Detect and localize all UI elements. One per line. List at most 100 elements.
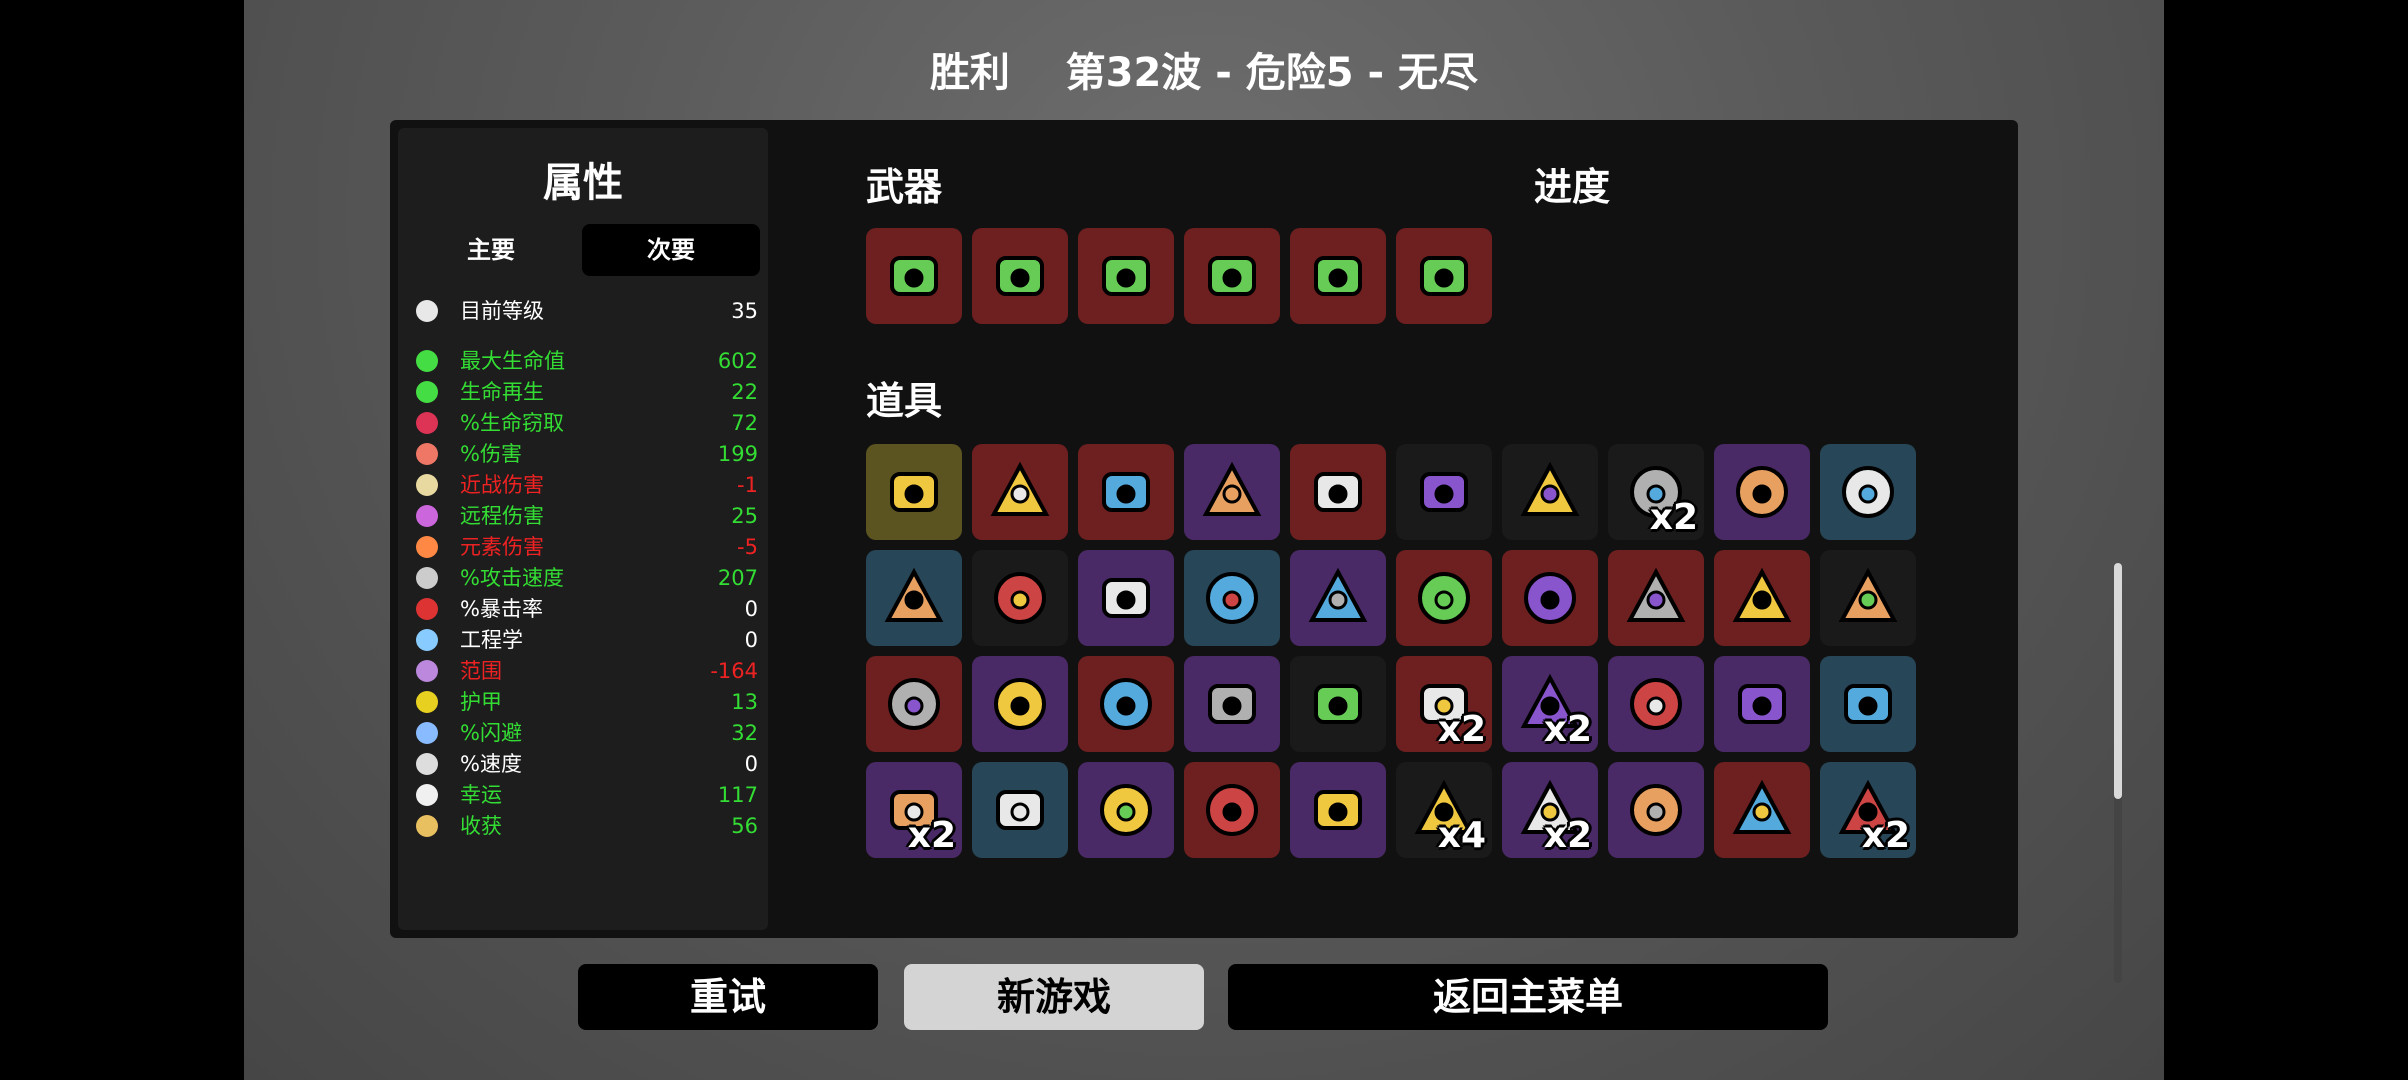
item-slot[interactable]: [1502, 550, 1598, 646]
stat-value: 199: [717, 442, 758, 466]
tentacle-icon: [1206, 572, 1258, 624]
progress-title: 进度: [1534, 165, 1611, 209]
map-icon: [994, 572, 1046, 624]
item-slot[interactable]: [972, 550, 1068, 646]
weapon-slot[interactable]: [1396, 228, 1492, 324]
item-slot[interactable]: [1078, 762, 1174, 858]
item-slot[interactable]: x4: [1396, 762, 1492, 858]
item-slot[interactable]: [1714, 762, 1810, 858]
retry-button[interactable]: 重试: [578, 964, 878, 1030]
stat-row[interactable]: 远程伤害 25: [416, 501, 758, 531]
jacket-icon: [1314, 472, 1362, 512]
item-slot[interactable]: x2: [1502, 656, 1598, 752]
items-scrollbar[interactable]: [2114, 563, 2122, 983]
item-slot[interactable]: [972, 762, 1068, 858]
stat-row[interactable]: %伤害 199: [416, 439, 758, 469]
stat-row[interactable]: 幸运 117: [416, 780, 758, 810]
knight-helmet-icon: [1314, 790, 1362, 830]
item-slot[interactable]: x2: [1608, 444, 1704, 540]
item-slot[interactable]: x2: [1820, 762, 1916, 858]
item-slot[interactable]: [1396, 550, 1492, 646]
stat-label: %生命窃取: [460, 411, 564, 435]
spear-icon: [1418, 572, 1470, 624]
item-slot[interactable]: [1290, 444, 1386, 540]
level-icon: [416, 300, 438, 322]
item-slot[interactable]: [1608, 550, 1704, 646]
stat-value: 13: [731, 690, 758, 714]
item-slot[interactable]: x2: [866, 762, 962, 858]
item-slot[interactable]: [1078, 550, 1174, 646]
item-quantity: x2: [1649, 497, 1698, 538]
item-slot[interactable]: [1714, 550, 1810, 646]
item-slot[interactable]: [866, 444, 962, 540]
bowler-hat-icon: [1100, 784, 1152, 836]
stat-row[interactable]: 工程学 0: [416, 625, 758, 655]
scroll-thumb[interactable]: [2114, 563, 2122, 799]
stat-row[interactable]: 最大生命值 602: [416, 346, 758, 376]
stat-row[interactable]: %暴击率 0: [416, 594, 758, 624]
stat-row[interactable]: 近战伤害 -1: [416, 470, 758, 500]
item-slot[interactable]: [1184, 762, 1280, 858]
item-slot[interactable]: [1608, 762, 1704, 858]
item-slot[interactable]: [972, 656, 1068, 752]
stat-value: 56: [731, 814, 758, 838]
stat-row[interactable]: %闪避 32: [416, 718, 758, 748]
tab-primary[interactable]: 主要: [406, 224, 576, 276]
torn-hand-icon: [990, 461, 1050, 516]
item-slot[interactable]: [1714, 656, 1810, 752]
stat-row[interactable]: 元素伤害 -5: [416, 532, 758, 562]
item-slot[interactable]: x2: [1502, 762, 1598, 858]
shield-icon: [416, 691, 438, 713]
stat-row[interactable]: 范围 -164: [416, 656, 758, 686]
dice-icon: [416, 784, 438, 806]
stat-row[interactable]: 生命再生 22: [416, 377, 758, 407]
minigun-icon: [996, 256, 1044, 296]
item-slot[interactable]: [1184, 656, 1280, 752]
item-slot[interactable]: [1078, 444, 1174, 540]
stat-row[interactable]: 收获 56: [416, 811, 758, 841]
skulls-icon: [1102, 578, 1150, 618]
mustache-icon: [1630, 784, 1682, 836]
rifle-icon: [884, 567, 944, 622]
weapon-slot[interactable]: [1078, 228, 1174, 324]
boot-icon: [416, 753, 438, 775]
item-slot[interactable]: [1184, 550, 1280, 646]
minigun-icon: [1208, 256, 1256, 296]
item-slot[interactable]: [1502, 444, 1598, 540]
stat-row[interactable]: %速度 0: [416, 749, 758, 779]
tab-secondary[interactable]: 次要: [582, 224, 760, 276]
item-slot[interactable]: [1820, 550, 1916, 646]
stat-value: 35: [731, 299, 758, 323]
stat-label: 远程伤害: [460, 504, 544, 528]
item-slot[interactable]: [1608, 656, 1704, 752]
item-slot[interactable]: [1290, 656, 1386, 752]
weapons-title: 武器: [866, 165, 943, 209]
item-slot[interactable]: [1290, 550, 1386, 646]
weapon-slot[interactable]: [972, 228, 1068, 324]
stat-row[interactable]: %生命窃取 72: [416, 408, 758, 438]
item-slot[interactable]: x2: [1396, 656, 1492, 752]
weapon-slot[interactable]: [1184, 228, 1280, 324]
item-slot[interactable]: [1290, 762, 1386, 858]
range-icon: [416, 660, 438, 682]
stat-value: 32: [731, 721, 758, 745]
item-slot[interactable]: [1820, 444, 1916, 540]
item-slot[interactable]: [1078, 656, 1174, 752]
main-menu-button[interactable]: 返回主菜单: [1228, 964, 1828, 1030]
crown-icon: [1208, 684, 1256, 724]
item-slot[interactable]: [1714, 444, 1810, 540]
stat-row[interactable]: %攻击速度 207: [416, 563, 758, 593]
weapon-slot[interactable]: [866, 228, 962, 324]
new-game-button[interactable]: 新游戏: [904, 964, 1204, 1030]
stat-row[interactable]: 护甲 13: [416, 687, 758, 717]
wand-icon: [1736, 466, 1788, 518]
minigun-icon: [1314, 256, 1362, 296]
item-slot[interactable]: [972, 444, 1068, 540]
item-slot[interactable]: [866, 656, 962, 752]
item-slot[interactable]: [1820, 656, 1916, 752]
stat-value: 0: [744, 597, 758, 621]
item-slot[interactable]: [1396, 444, 1492, 540]
weapon-slot[interactable]: [1290, 228, 1386, 324]
item-slot[interactable]: [866, 550, 962, 646]
item-slot[interactable]: [1184, 444, 1280, 540]
